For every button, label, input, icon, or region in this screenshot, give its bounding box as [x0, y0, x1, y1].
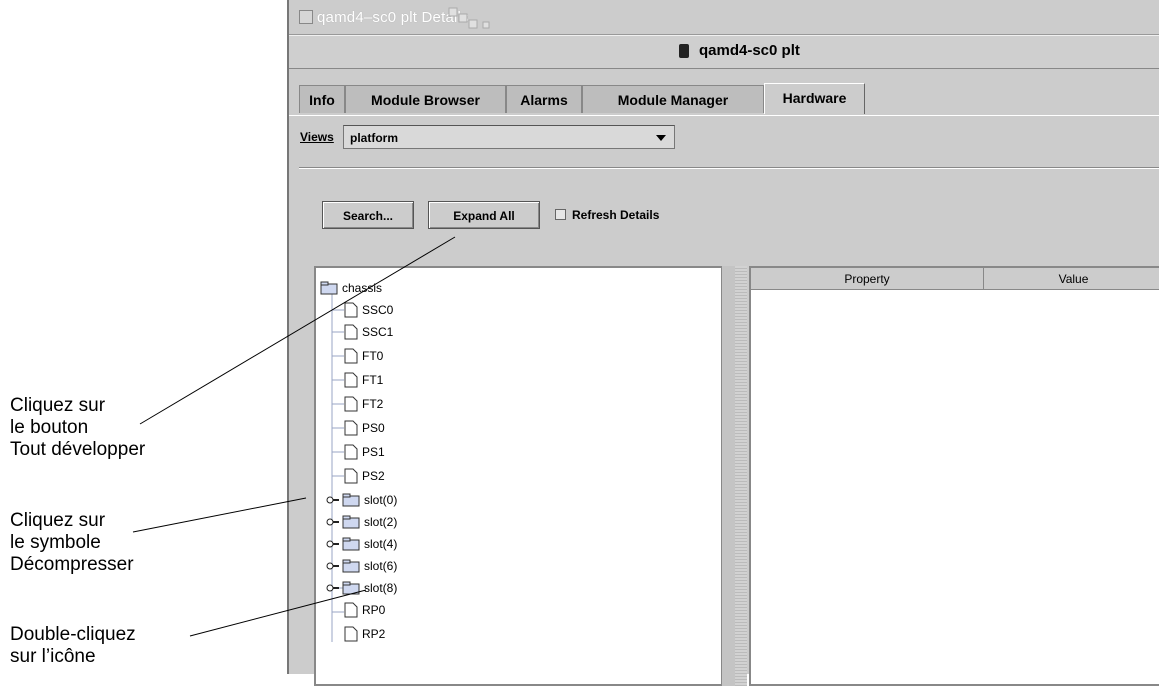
annotation-leader-lines: [132, 236, 456, 637]
